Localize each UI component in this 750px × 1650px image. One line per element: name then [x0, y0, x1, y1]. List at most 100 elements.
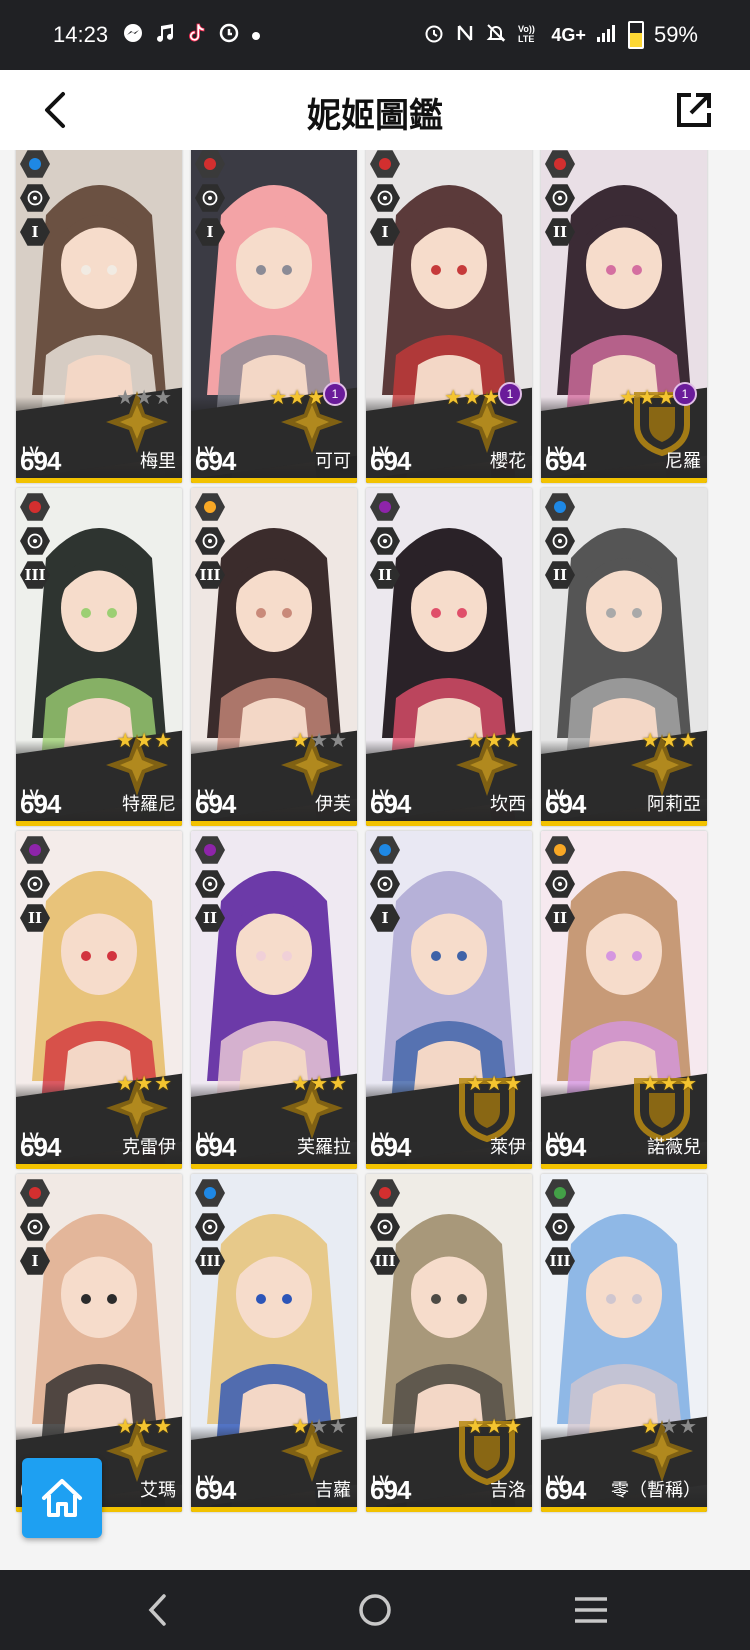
nikke-card[interactable]: III ★ ★ ★ LV. 694 吉蘿	[191, 1174, 357, 1512]
burst-level-badge: II	[545, 904, 575, 932]
app-header: 妮姬圖鑑	[0, 70, 750, 150]
star-filled-icon: ★	[482, 385, 500, 409]
nav-home-icon	[359, 1594, 391, 1626]
level-value: 694	[370, 1475, 411, 1505]
home-icon	[42, 1479, 82, 1517]
water-element-icon	[545, 493, 575, 521]
nikke-card[interactable]: I ★ ★ ★ LV. 694 梅里	[16, 150, 182, 483]
burst-level-badge: II	[545, 561, 575, 589]
card-accent-stripe	[366, 1507, 532, 1512]
star-empty-icon: ★	[310, 1414, 329, 1438]
nikke-card[interactable]: II ★ ★ ★ LV. 694 阿莉亞	[541, 488, 707, 826]
star-filled-icon: ★	[466, 1071, 485, 1095]
fire-element-icon	[20, 493, 50, 521]
star-filled-icon: ★	[638, 385, 657, 409]
card-accent-stripe	[541, 1507, 707, 1512]
dot-icon	[250, 23, 262, 47]
star-rating: ★ ★ ★	[444, 387, 500, 407]
nikke-attributes: II	[545, 150, 575, 247]
battery-percent: 59%	[653, 22, 698, 47]
burst-level-badge: II	[545, 218, 575, 246]
star-filled-icon: ★	[485, 1071, 504, 1095]
nikke-card[interactable]: II ★ ★ ★ LV. 694 克雷伊	[16, 831, 182, 1169]
star-rating: ★ ★ ★	[466, 1416, 522, 1436]
star-filled-icon: ★	[154, 728, 172, 752]
nikke-card[interactable]: II ★ ★ ★ LV. 694 諾薇兒	[541, 831, 707, 1169]
level-value: 694	[195, 789, 236, 819]
nikke-attributes: I	[20, 150, 50, 247]
level-value: 694	[370, 1132, 411, 1162]
status-time: 14:23	[53, 22, 109, 47]
status-bar: 14:23 Vo)) LTE 4G+ 59%	[0, 0, 750, 70]
nav-back-icon	[148, 1594, 166, 1626]
nav-back-button[interactable]	[133, 1588, 183, 1632]
nikke-card[interactable]: II ★ ★ ★ LV. 694 坎西	[366, 488, 532, 826]
page-title: 妮姬圖鑑	[307, 96, 443, 136]
nikke-attributes: I	[20, 1178, 50, 1276]
star-filled-icon: ★	[641, 728, 660, 752]
card-accent-stripe	[191, 821, 357, 826]
card-accent-stripe	[16, 821, 182, 826]
star-rating: ★ ★ ★	[466, 1073, 522, 1093]
nikke-name: 特羅尼	[122, 794, 176, 815]
nikke-card[interactable]: I ★ ★ ★ 1 LV. 694 可可	[191, 150, 357, 483]
electric-element-icon	[20, 836, 50, 864]
star-filled-icon: ★	[269, 385, 288, 409]
card-accent-stripe	[366, 1164, 532, 1169]
nikke-card[interactable]: II ★ ★ ★ LV. 694 芙羅拉	[191, 831, 357, 1169]
nikke-name: 諾薇兒	[647, 1137, 701, 1158]
card-accent-stripe	[191, 1164, 357, 1169]
nikke-card[interactable]: III ★ ★ ★ LV. 694 零（暫稱）	[541, 1174, 707, 1512]
nav-home-button[interactable]	[350, 1588, 400, 1632]
nikke-card[interactable]: III ★ ★ ★ LV. 694 吉洛	[366, 1174, 532, 1512]
burst-level-badge: II	[195, 904, 225, 932]
burst-level-badge: II	[20, 904, 50, 932]
card-accent-stripe	[541, 821, 707, 826]
nav-recents-button[interactable]	[566, 1588, 616, 1632]
cast-icon	[218, 22, 240, 49]
system-nav-bar	[0, 1570, 750, 1650]
card-accent-stripe	[541, 1164, 707, 1169]
nikke-card[interactable]: I ★ ★ ★ 1 LV. 694 櫻花	[366, 150, 532, 483]
weapon-crosshair-icon	[370, 1213, 400, 1241]
limit-break-badge: 1	[323, 382, 347, 406]
star-empty-icon: ★	[310, 728, 329, 752]
wind-element-icon	[545, 1179, 575, 1207]
weapon-crosshair-icon	[195, 527, 225, 555]
weapon-scope-icon	[545, 184, 575, 212]
nikke-card[interactable]: III ★ ★ ★ LV. 694 特羅尼	[16, 488, 182, 826]
star-filled-icon: ★	[679, 728, 697, 752]
nikke-card[interactable]: III ★ ★ ★ LV. 694 伊芙	[191, 488, 357, 826]
level-value: 694	[545, 446, 586, 476]
nikke-attributes: II	[195, 835, 225, 933]
open-external-button[interactable]	[668, 84, 720, 136]
star-rating: ★ ★ ★	[291, 730, 347, 750]
burst-level-badge: I	[370, 218, 400, 246]
weapon-circle-dot-icon	[195, 184, 225, 212]
nikke-attributes: II	[370, 492, 400, 590]
level-value: 694	[545, 1475, 586, 1505]
nikke-card[interactable]: II ★ ★ ★ 1 LV. 694 尼羅	[541, 150, 707, 483]
nikke-attributes: I	[370, 150, 400, 247]
level-value: 694	[20, 446, 61, 476]
nikke-name: 艾瑪	[140, 1480, 176, 1501]
weapon-scope-icon	[195, 870, 225, 898]
star-rating: ★ ★ ★	[116, 1073, 172, 1093]
nikke-name: 可可	[315, 451, 351, 472]
nikke-card[interactable]: I ★ ★ ★ LV. 694 萊伊	[366, 831, 532, 1169]
water-element-icon	[20, 150, 50, 178]
water-element-icon	[195, 1179, 225, 1207]
star-filled-icon: ★	[504, 728, 522, 752]
system-icons: Vo)) LTE 4G+ 59%	[423, 0, 698, 70]
star-filled-icon: ★	[154, 1414, 172, 1438]
battery-level-fill	[629, 32, 642, 47]
card-accent-stripe	[191, 1507, 357, 1512]
card-accent-stripe	[366, 821, 532, 826]
star-filled-icon: ★	[291, 1414, 310, 1438]
home-button[interactable]	[22, 1458, 102, 1538]
star-filled-icon: ★	[657, 385, 675, 409]
music-icon	[154, 22, 176, 49]
star-rating: ★ ★ ★	[641, 1073, 697, 1093]
nikke-name: 克雷伊	[122, 1137, 176, 1158]
star-rating: ★ ★ ★	[269, 387, 325, 407]
